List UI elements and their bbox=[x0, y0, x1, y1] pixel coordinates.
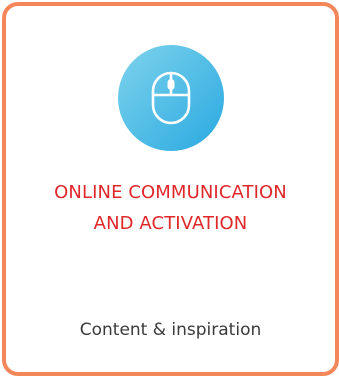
service-card[interactable]: ONLINE COMMUNICATION AND ACTIVATION Cont… bbox=[2, 2, 339, 376]
card-title-line-1: ONLINE COMMUNICATION bbox=[54, 182, 287, 203]
card-title: ONLINE COMMUNICATION AND ACTIVATION bbox=[6, 177, 335, 239]
card-subtitle: Content & inspiration bbox=[79, 320, 262, 340]
card-title-line-2: AND ACTIVATION bbox=[93, 213, 248, 234]
icon-badge bbox=[118, 45, 224, 151]
mouse-icon bbox=[151, 71, 191, 125]
